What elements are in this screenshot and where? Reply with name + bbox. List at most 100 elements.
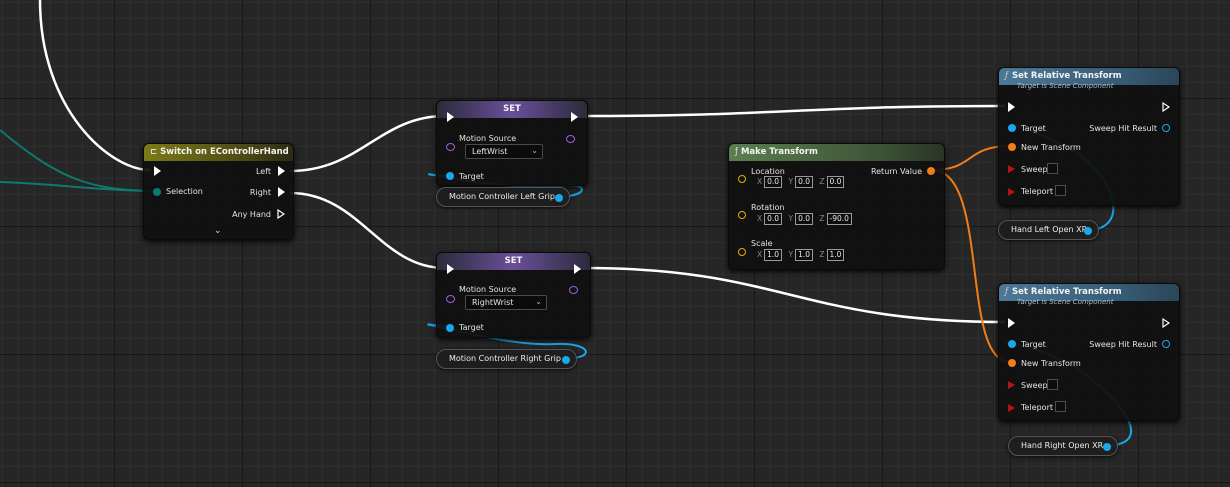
- make-transform-node[interactable]: ƒ Make Transform Location X 0.0 Y 0.0 Z 0.0…: [728, 143, 945, 270]
- set-rel-top-target-pin[interactable]: [1008, 124, 1016, 132]
- exec-wire-incoming: [38, 0, 151, 172]
- set-left-exec-out-pin[interactable]: [571, 112, 578, 122]
- rotation-pin[interactable]: [738, 211, 746, 219]
- set-rel-bottom-sweep-result-pin[interactable]: [1162, 340, 1170, 348]
- location-pin[interactable]: [738, 175, 746, 183]
- rotation-label: Rotation: [751, 203, 785, 212]
- set-rel-bottom-new-transform-label: New Transform: [1021, 359, 1081, 368]
- set-rel-top-exec-out-pin[interactable]: [1162, 102, 1170, 112]
- set-right-target-pin[interactable]: [446, 324, 454, 332]
- set-right-motion-source-dropdown[interactable]: RightWrist ⌄: [465, 295, 547, 310]
- exec-wire-set-right-out: [584, 266, 1006, 324]
- selection-label: Selection: [166, 187, 203, 196]
- scale-pin[interactable]: [738, 248, 746, 256]
- switch-on-econtrollerhand-node[interactable]: ⊏ Switch on EControllerHand Selection Le…: [143, 143, 294, 240]
- set-left-header[interactable]: SET: [437, 101, 587, 118]
- set-left-motion-source-value: LeftWrist: [472, 147, 508, 156]
- hand-right-open-xr-pin[interactable]: [1103, 443, 1111, 451]
- location-y-field[interactable]: 0.0: [795, 176, 813, 188]
- set-left-node[interactable]: SET Motion Source LeftWrist ⌄ Target: [436, 100, 588, 186]
- selection-pin[interactable]: [153, 188, 161, 196]
- hand-right-open-xr-label: Hand Right Open XR: [1021, 441, 1104, 450]
- location-vector: X 0.0 Y 0.0 Z 0.0: [757, 176, 848, 188]
- set-rel-top-sweep-result-label: Sweep Hit Result: [1089, 124, 1157, 133]
- set-rel-bottom-target-pin[interactable]: [1008, 340, 1016, 348]
- motion-controller-right-grip-node[interactable]: Motion Controller Right Grip: [436, 349, 577, 369]
- scale-y-field[interactable]: 1.0: [795, 249, 813, 261]
- set-right-target-label: Target: [459, 323, 484, 332]
- set-rel-bottom-teleport-label: Teleport: [1021, 403, 1053, 412]
- set-rel-top-sweep-checkbox[interactable]: [1047, 163, 1058, 174]
- set-right-exec-in-pin[interactable]: [447, 264, 454, 274]
- exec-output-right-pin[interactable]: [278, 187, 285, 197]
- set-rel-top-teleport-pin[interactable]: [1008, 188, 1015, 196]
- set-rel-bottom-new-transform-pin[interactable]: [1008, 359, 1016, 367]
- set-rel-bottom-exec-in-pin[interactable]: [1008, 318, 1015, 328]
- set-rel-bottom-teleport-checkbox[interactable]: [1055, 401, 1066, 412]
- set-right-header[interactable]: SET: [437, 253, 590, 270]
- return-value-label: Return Value: [870, 167, 922, 176]
- set-rel-top-sweep-result-pin[interactable]: [1162, 124, 1170, 132]
- output-left-label: Left: [255, 167, 271, 176]
- rotation-vector: X 0.0 Y 0.0 Z -90.0: [757, 213, 856, 225]
- location-label: Location: [751, 167, 785, 176]
- exec-output-any-hand-pin[interactable]: [277, 209, 285, 219]
- set-rel-bottom-exec-out-pin[interactable]: [1162, 318, 1170, 328]
- set-relative-transform-top-header[interactable]: ƒ Set Relative Transform Target is Scene …: [999, 68, 1179, 90]
- function-icon: ƒ: [1005, 287, 1008, 297]
- scale-x-field[interactable]: 1.0: [764, 249, 783, 261]
- hand-right-open-xr-node[interactable]: Hand Right Open XR: [1008, 436, 1118, 456]
- expand-chevron-icon[interactable]: ⌄: [214, 226, 222, 236]
- set-rel-bottom-sweep-pin[interactable]: [1008, 381, 1015, 389]
- motion-controller-right-grip-label: Motion Controller Right Grip: [449, 354, 561, 363]
- location-z-field[interactable]: 0.0: [826, 176, 845, 188]
- exec-output-left-pin[interactable]: [278, 166, 285, 176]
- set-rel-top-subtitle: Target is Scene Component: [1017, 82, 1114, 90]
- set-rel-top-teleport-checkbox[interactable]: [1055, 185, 1066, 196]
- return-value-pin[interactable]: [927, 167, 935, 175]
- hand-left-open-xr-pin[interactable]: [1084, 227, 1092, 235]
- set-rel-bottom-target-label: Target: [1021, 340, 1046, 349]
- switch-node-header[interactable]: ⊏ Switch on EControllerHand: [144, 144, 293, 161]
- set-relative-transform-bottom-node[interactable]: ƒ Set Relative Transform Target is Scene …: [998, 283, 1180, 421]
- set-rel-bottom-teleport-pin[interactable]: [1008, 404, 1015, 412]
- set-rel-top-exec-in-pin[interactable]: [1008, 102, 1015, 112]
- exec-input-pin[interactable]: [154, 166, 161, 176]
- left-grip-out-pin[interactable]: [555, 194, 563, 202]
- make-transform-title: Make Transform: [740, 147, 818, 157]
- set-left-motion-source-out-pin[interactable]: [566, 135, 575, 143]
- rotation-z-field[interactable]: -90.0: [826, 213, 852, 225]
- set-right-node[interactable]: SET Motion Source RightWrist ⌄ Target: [436, 252, 591, 338]
- set-left-exec-in-pin[interactable]: [447, 112, 454, 122]
- rotation-y-field[interactable]: 0.0: [795, 213, 813, 225]
- set-right-motion-source-value: RightWrist: [472, 298, 514, 307]
- set-left-target-pin[interactable]: [446, 172, 454, 180]
- set-left-motion-source-dropdown[interactable]: LeftWrist ⌄: [465, 144, 543, 159]
- set-right-motion-source-out-pin[interactable]: [569, 286, 578, 294]
- enum-wire-selection-2: [0, 181, 156, 192]
- set-right-exec-out-pin[interactable]: [574, 264, 581, 274]
- function-icon: ƒ: [1005, 71, 1008, 81]
- set-relative-transform-bottom-header[interactable]: ƒ Set Relative Transform Target is Scene …: [999, 284, 1179, 306]
- set-right-motion-source-pin[interactable]: [446, 295, 455, 303]
- output-right-label: Right: [249, 188, 271, 197]
- enum-icon: ⊏: [150, 147, 158, 157]
- make-transform-header[interactable]: ƒ Make Transform: [729, 144, 944, 161]
- hand-left-open-xr-node[interactable]: Hand Left Open XR: [998, 220, 1099, 240]
- set-right-motion-source-label: Motion Source: [459, 285, 517, 294]
- scale-z-field[interactable]: 1.0: [826, 249, 845, 261]
- motion-controller-left-grip-node[interactable]: Motion Controller Left Grip: [436, 187, 570, 207]
- location-x-field[interactable]: 0.0: [764, 176, 783, 188]
- set-left-motion-source-label: Motion Source: [459, 134, 517, 143]
- set-rel-top-sweep-pin[interactable]: [1008, 165, 1015, 173]
- exec-wire-left: [289, 114, 446, 173]
- set-rel-bottom-sweep-checkbox[interactable]: [1047, 379, 1058, 390]
- set-left-target-label: Target: [459, 172, 484, 181]
- exec-wire-right: [289, 191, 446, 270]
- set-relative-transform-top-node[interactable]: ƒ Set Relative Transform Target is Scene …: [998, 67, 1180, 206]
- scale-vector: X 1.0 Y 1.0 Z 1.0: [757, 249, 848, 261]
- right-grip-out-pin[interactable]: [562, 356, 570, 364]
- rotation-x-field[interactable]: 0.0: [764, 213, 783, 225]
- set-left-motion-source-pin[interactable]: [446, 143, 455, 151]
- set-rel-top-new-transform-pin[interactable]: [1008, 143, 1016, 151]
